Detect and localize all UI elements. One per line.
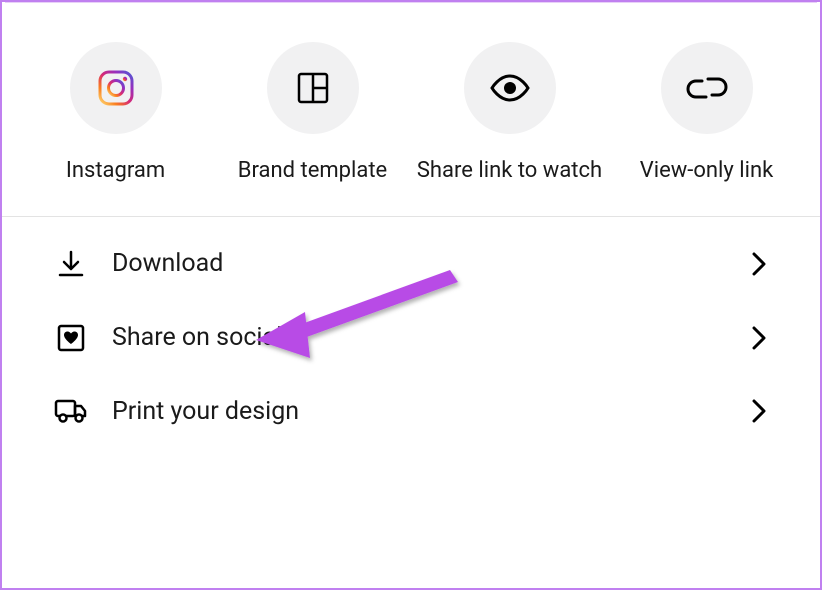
share-option-label: Brand template [238, 156, 387, 186]
eye-icon [464, 42, 556, 134]
chevron-right-icon [750, 250, 768, 278]
share-option-instagram[interactable]: Instagram [22, 42, 209, 186]
link-icon [661, 42, 753, 134]
download-icon [54, 249, 88, 279]
heart-square-icon [54, 323, 88, 353]
template-icon [267, 42, 359, 134]
action-share-on-social[interactable]: Share on social [2, 301, 820, 375]
share-option-label: Share link to watch [417, 156, 602, 186]
action-print-your-design[interactable]: Print your design [2, 375, 820, 448]
action-download[interactable]: Download [2, 227, 820, 301]
share-option-label: View-only link [640, 156, 774, 186]
action-label: Print your design [112, 397, 750, 426]
chevron-right-icon [750, 397, 768, 425]
chevron-right-icon [750, 324, 768, 352]
share-options-grid: Instagram Brand template Share link to w… [2, 2, 820, 216]
instagram-icon [70, 42, 162, 134]
share-option-label: Instagram [66, 156, 165, 186]
truck-icon [54, 397, 88, 425]
share-option-share-link-watch[interactable]: Share link to watch [416, 42, 603, 186]
action-list: Download Share on social [2, 217, 820, 458]
action-label: Download [112, 249, 750, 278]
share-option-brand-template[interactable]: Brand template [219, 42, 406, 186]
share-option-view-only-link[interactable]: View-only link [613, 42, 800, 186]
action-label: Share on social [112, 323, 750, 352]
